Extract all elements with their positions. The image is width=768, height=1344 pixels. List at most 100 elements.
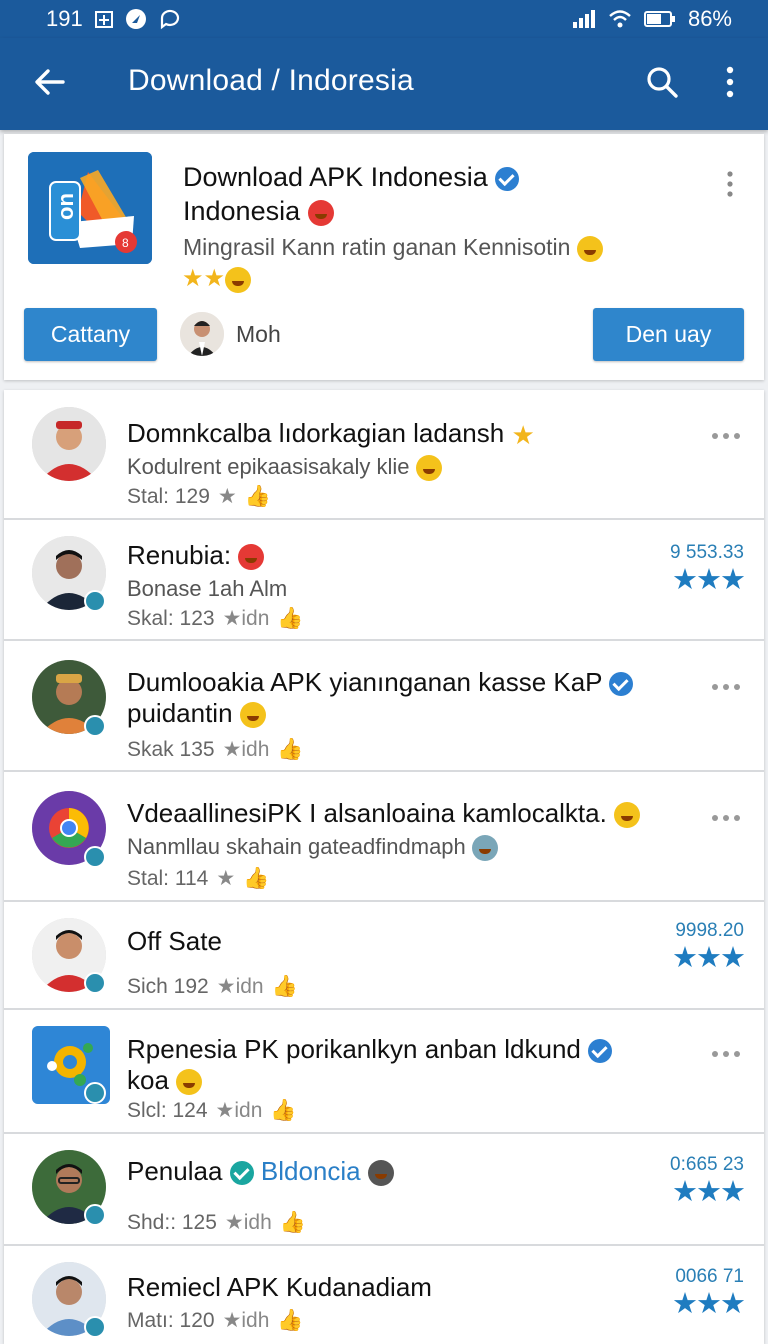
verified-icon	[495, 166, 520, 191]
item-title-text: Penulaa	[127, 1156, 223, 1186]
item-value: 0066 71	[675, 1266, 744, 1287]
smile-emoji-icon	[239, 702, 266, 729]
item-meta-text: Sich 192	[127, 974, 209, 998]
verified-badge-icon	[84, 972, 106, 994]
thumbs-up-icon: 👍	[277, 1308, 304, 1332]
item-meta-text: Stal: 129	[127, 484, 210, 508]
emoji-icon	[238, 544, 265, 571]
item-value: 0:665 23	[670, 1154, 744, 1175]
item-meta-extra: idh	[241, 738, 270, 761]
emoji-icon	[367, 1160, 394, 1187]
item-subtitle: Bonase 1ah Alm	[127, 576, 288, 601]
calendar-icon	[94, 10, 113, 28]
item-meta-text: Skak 135	[127, 737, 215, 761]
star-outline-icon: ★idn	[215, 1099, 263, 1122]
item-title-line2: puidantin	[127, 698, 233, 728]
star-outline-icon: ★	[217, 485, 237, 508]
item-title: Off Sate	[127, 926, 222, 956]
verified-badge-icon	[84, 1316, 106, 1338]
rating-stars: ★★	[182, 264, 252, 293]
status-time: 191	[46, 6, 83, 31]
more-options-icon[interactable]	[710, 679, 742, 690]
item-meta-text: Slcl: 124	[127, 1098, 208, 1122]
battery-icon	[643, 10, 676, 28]
svg-text:8: 8	[122, 236, 129, 250]
wifi-icon	[608, 9, 632, 29]
back-arrow-icon[interactable]	[30, 62, 70, 102]
item-meta: Stal: 114 ★ 👍	[127, 866, 269, 891]
app-list: Domnkcalba lıdorkagian ladansh ★ Kodulre…	[4, 390, 764, 1344]
item-meta: Shd:: 125 ★idh 👍	[127, 1210, 306, 1235]
item-title: Dumlooakia APK yianınganan kasse KaP pui…	[127, 667, 647, 729]
emoji-icon	[471, 835, 498, 862]
featured-title-line1: Download APK Indonesia	[183, 162, 488, 192]
item-meta-text: Stal: 114	[127, 866, 209, 890]
item-title-text: VdeaallinesiPK I alsanloaina kamlocalkta…	[127, 798, 607, 828]
item-meta: Skak 135 ★idh 👍	[127, 737, 304, 762]
thumbs-up-icon: 👍	[243, 866, 270, 890]
emoji-icon	[307, 199, 334, 226]
item-meta-extra: idn	[234, 1099, 263, 1122]
author[interactable]: Moh	[180, 312, 281, 356]
featured-title-line2: Indonesia	[183, 196, 301, 226]
smile-emoji-icon	[225, 266, 252, 293]
thumbs-up-icon: 👍	[277, 606, 304, 630]
list-item[interactable]: Remiecl APK Kudanadiam Matı: 120 ★idh 👍 …	[4, 1246, 764, 1344]
page-title: Download / Indoresia	[128, 64, 414, 97]
item-subtitle: Nanmllau skahain gateadfindmaph	[127, 834, 498, 862]
item-meta-text: Matı: 120	[127, 1308, 215, 1332]
author-avatar	[180, 312, 224, 356]
thumbs-up-icon: 👍	[270, 1098, 297, 1122]
more-options-icon[interactable]	[710, 810, 742, 821]
more-options-icon[interactable]	[710, 428, 742, 439]
more-options-icon[interactable]	[710, 1046, 742, 1057]
smile-emoji-icon	[614, 802, 641, 829]
list-item[interactable]: Domnkcalba lıdorkagian ladansh ★ Kodulre…	[4, 390, 764, 520]
item-title-text: Renubia:	[127, 540, 232, 570]
item-meta-extra: idh	[241, 1309, 270, 1332]
download-button[interactable]: Den uay	[593, 308, 744, 361]
overflow-menu-icon[interactable]	[716, 62, 744, 102]
rating-stars: ★★★	[672, 942, 746, 974]
item-title: Penulaa Bldoncia	[127, 1156, 607, 1187]
smile-emoji-icon	[415, 455, 442, 482]
signal-icon	[572, 10, 596, 28]
app-bar: Download / Indoresia	[0, 38, 768, 130]
featured-app-card[interactable]: 8 on Download APK Indonesia Indonesia Mi…	[4, 134, 764, 380]
star-outline-icon: ★idn	[222, 607, 270, 630]
item-title-text: Rpenesia PK porikanlkyn anban ldkund	[127, 1034, 581, 1064]
item-title: VdeaallinesiPK I alsanloaina kamlocalkta…	[127, 798, 667, 829]
list-item[interactable]: VdeaallinesiPK I alsanloaina kamlocalkta…	[4, 772, 764, 902]
chat-icon	[159, 8, 181, 30]
item-meta-text: Shd:: 125	[127, 1210, 217, 1234]
verified-badge-icon	[84, 846, 106, 868]
smile-emoji-icon	[176, 1069, 203, 1096]
featured-subtitle-text: Mingrasil Kann ratin ganan Kennisotin	[183, 234, 571, 260]
verified-icon	[588, 1039, 613, 1064]
item-subtitle-text: Nanmllau skahain gateadfindmaph	[127, 834, 466, 859]
item-title-line2: koa	[127, 1065, 169, 1095]
thumbs-up-icon: 👍	[244, 484, 271, 508]
search-icon[interactable]	[642, 62, 682, 102]
list-item[interactable]: Rpenesia PK porikanlkyn anban ldkund koa…	[4, 1010, 764, 1134]
item-meta: Slcl: 124 ★idn 👍	[127, 1098, 297, 1123]
avatar	[32, 407, 106, 481]
list-item[interactable]: Dumlooakia APK yianınganan kasse KaP pui…	[4, 641, 764, 772]
status-bar: 191 86%	[0, 0, 768, 38]
item-value: 9 553.33	[670, 542, 744, 563]
card-menu-icon[interactable]	[722, 168, 738, 200]
list-item[interactable]: Off Sate Sich 192 ★idn 👍 9998.20 ★★★	[4, 902, 764, 1010]
star-icon: ★	[511, 419, 535, 450]
featured-title: Download APK Indonesia Indonesia	[183, 160, 703, 228]
category-button[interactable]: Cattany	[24, 308, 157, 361]
verified-badge-icon	[84, 590, 106, 612]
item-title: Renubia:	[127, 540, 607, 571]
item-title-link[interactable]: Bldoncia	[261, 1156, 361, 1186]
battery-percent: 86%	[687, 6, 732, 31]
thumbs-up-icon: 👍	[271, 974, 298, 998]
list-item[interactable]: Renubia: Bonase 1ah Alm Skal: 123 ★idn 👍…	[4, 520, 764, 641]
item-title: Remiecl APK Kudanadiam	[127, 1272, 432, 1302]
list-item[interactable]: Penulaa Bldoncia Shd:: 125 ★idh 👍 0:665 …	[4, 1134, 764, 1246]
item-value: 9998.20	[675, 920, 744, 941]
star-outline-icon: ★	[216, 867, 236, 890]
